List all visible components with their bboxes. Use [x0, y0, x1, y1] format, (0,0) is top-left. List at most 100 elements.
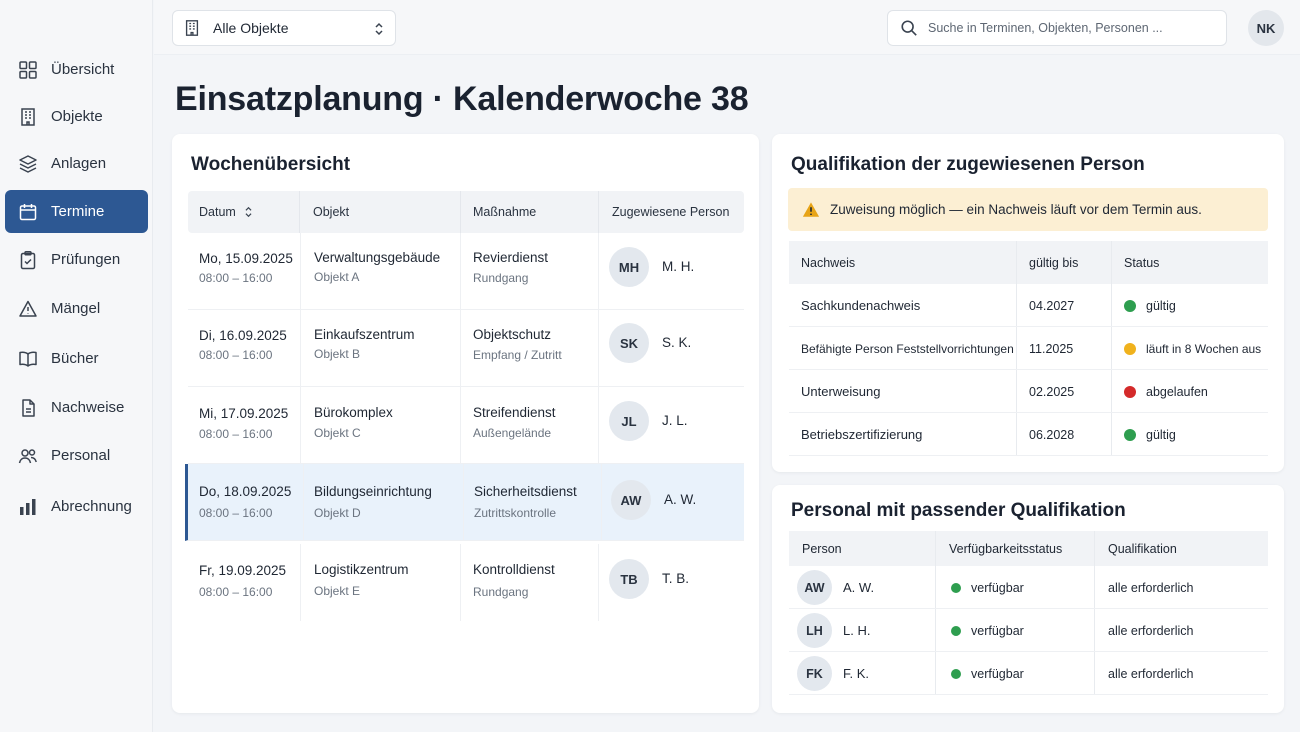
qualification-row: Unterweisung 02.2025 abgelaufen — [789, 370, 1268, 413]
row-object: Verwaltungsgebäude — [314, 250, 441, 265]
table-row[interactable]: Di, 16.09.2025 08:00 – 16:00 Einkaufszen… — [188, 310, 744, 387]
avatar: AW — [797, 570, 832, 605]
sidebar-item-nachweise[interactable]: Nachweise — [5, 386, 148, 429]
sidebar-item-label: Anlagen — [51, 155, 107, 172]
bar-chart-icon — [17, 496, 39, 518]
column-header-person: Person — [802, 541, 842, 556]
staff-row[interactable]: LH L. H. verfügbar alle erforderlich — [789, 609, 1268, 652]
status-dot — [951, 582, 961, 593]
column-header-qualification: Qualifikation — [1108, 541, 1177, 556]
avatar: MH — [609, 247, 649, 287]
row-person: M. H. — [662, 259, 695, 274]
table-row[interactable]: Mo, 15.09.2025 08:00 – 16:00 Verwaltungs… — [188, 233, 744, 310]
search-box[interactable] — [887, 10, 1227, 46]
status-dot — [951, 625, 961, 636]
sidebar-item-objekte[interactable]: Objekte — [5, 95, 148, 138]
row-measure: Revierdienst — [473, 250, 549, 265]
row-measure-sub: Außengelände — [473, 426, 552, 440]
status-dot — [1124, 299, 1136, 312]
row-measure-sub: Empfang / Zutritt — [473, 348, 562, 362]
qualification-row: Befähigte Person Feststellvorrichtungen … — [789, 327, 1268, 370]
row-certificate: Betriebszertifizierung — [801, 427, 923, 442]
row-object: Bürokomplex — [314, 405, 393, 420]
column-header-datum[interactable]: Datum — [199, 191, 253, 233]
sidebar-item-maengel[interactable]: Mängel — [5, 287, 148, 330]
table-row[interactable]: Fr, 19.09.2025 08:00 – 16:00 Logistikzen… — [188, 544, 744, 621]
sidebar-item-pruefungen[interactable]: Prüfungen — [5, 238, 148, 281]
object-select[interactable]: Alle Objekte — [172, 10, 396, 46]
staff-qualification: alle erforderlich — [1108, 666, 1194, 681]
week-overview-card: Wochenübersicht Datum Objekt Maßnahme Zu… — [172, 134, 759, 713]
qualification-row: Betriebszertifizierung 06.2028 gültig — [789, 413, 1268, 456]
status-badge: läuft in 8 Wochen aus — [1124, 327, 1261, 370]
qualification-card: Qualifikation der zugewiesenen Person Zu… — [772, 134, 1284, 472]
sort-icon — [245, 206, 252, 218]
page-title: Einsatzplanung · Kalenderwoche 38 — [175, 80, 749, 118]
status-dot — [1124, 342, 1136, 355]
sidebar-item-label: Nachweise — [51, 399, 125, 416]
row-measure: Kontrolldienst — [473, 562, 555, 577]
building-icon — [17, 106, 39, 128]
row-measure-sub: Rundgang — [473, 271, 529, 285]
select-caret-icon — [375, 22, 383, 36]
table-row-selected[interactable]: Do, 18.09.2025 08:00 – 16:00 Bildungsein… — [185, 464, 744, 541]
row-object-sub: Objekt E — [314, 584, 361, 598]
user-avatar[interactable]: NK — [1248, 10, 1284, 46]
sidebar-item-label: Mängel — [51, 300, 101, 317]
warning-triangle-icon — [17, 298, 39, 320]
sidebar-item-label: Termine — [51, 203, 105, 220]
row-time: 08:00 – 16:00 — [199, 348, 273, 362]
row-person: S. K. — [662, 335, 692, 350]
book-icon — [17, 348, 39, 370]
row-certificate: Unterweisung — [801, 384, 881, 399]
staff-qualification: alle erforderlich — [1108, 580, 1194, 595]
staff-card: Personal mit passender Qualifikation Per… — [772, 485, 1284, 713]
row-measure: Objektschutz — [473, 327, 552, 342]
document-icon — [17, 397, 39, 419]
row-time: 08:00 – 16:00 — [199, 427, 273, 441]
row-date: Di, 16.09.2025 — [199, 328, 287, 343]
row-person: J. L. — [662, 413, 688, 428]
search-input[interactable] — [928, 21, 1218, 35]
row-measure-sub: Zutrittskontrolle — [474, 506, 557, 520]
staff-title: Personal mit passender Qualifikation — [791, 500, 1126, 521]
status-dot — [1124, 428, 1136, 441]
sidebar-item-abrechnung[interactable]: Abrechnung — [5, 485, 148, 528]
row-person: T. B. — [662, 571, 690, 586]
grid-icon — [17, 59, 39, 81]
row-object-sub: Objekt C — [314, 426, 361, 440]
week-overview-title: Wochenübersicht — [191, 154, 351, 175]
column-header-objekt: Objekt — [313, 205, 350, 219]
row-valid-until: 04.2027 — [1029, 298, 1075, 313]
sidebar-item-personal[interactable]: Personal — [5, 434, 148, 477]
row-valid-until: 02.2025 — [1029, 384, 1075, 399]
row-date: Mo, 15.09.2025 — [199, 251, 293, 266]
sidebar: Übersicht Objekte Anlagen Termine Prüfun… — [0, 0, 153, 732]
row-measure-sub: Rundgang — [473, 585, 529, 599]
staff-row[interactable]: AW A. W. verfügbar alle erforderlich — [789, 566, 1268, 609]
row-date: Do, 18.09.2025 — [199, 484, 292, 499]
sidebar-item-anlagen[interactable]: Anlagen — [5, 142, 148, 185]
staff-table-header: Person Verfügbarkeitsstatus Qualifikatio… — [789, 531, 1268, 566]
status-dot — [951, 668, 961, 679]
staff-name: L. H. — [843, 623, 871, 638]
sidebar-item-label: Abrechnung — [51, 498, 132, 515]
row-object-sub: Objekt B — [314, 347, 361, 361]
table-row[interactable]: Mi, 17.09.2025 08:00 – 16:00 Bürokomplex… — [188, 387, 744, 464]
row-certificate: Sachkundenachweis — [801, 298, 921, 313]
avatar: JL — [609, 401, 649, 441]
row-time: 08:00 – 16:00 — [199, 585, 273, 599]
sidebar-item-buecher[interactable]: Bücher — [5, 337, 148, 380]
sidebar-item-label: Objekte — [51, 108, 103, 125]
staff-row[interactable]: FK F. K. verfügbar alle erforderlich — [789, 652, 1268, 695]
sidebar-item-uebersicht[interactable]: Übersicht — [5, 48, 148, 91]
warning-text: Zuweisung möglich — ein Nachweis läuft v… — [830, 202, 1202, 217]
topbar: Alle Objekte NK — [154, 0, 1300, 55]
availability-status: verfügbar — [951, 609, 1024, 652]
calendar-icon — [17, 201, 39, 223]
sidebar-item-label: Personal — [51, 447, 111, 464]
sidebar-item-label: Prüfungen — [51, 251, 121, 268]
sidebar-item-label: Bücher — [51, 350, 99, 367]
sidebar-item-termine[interactable]: Termine — [5, 190, 148, 233]
avatar: TB — [609, 559, 649, 599]
